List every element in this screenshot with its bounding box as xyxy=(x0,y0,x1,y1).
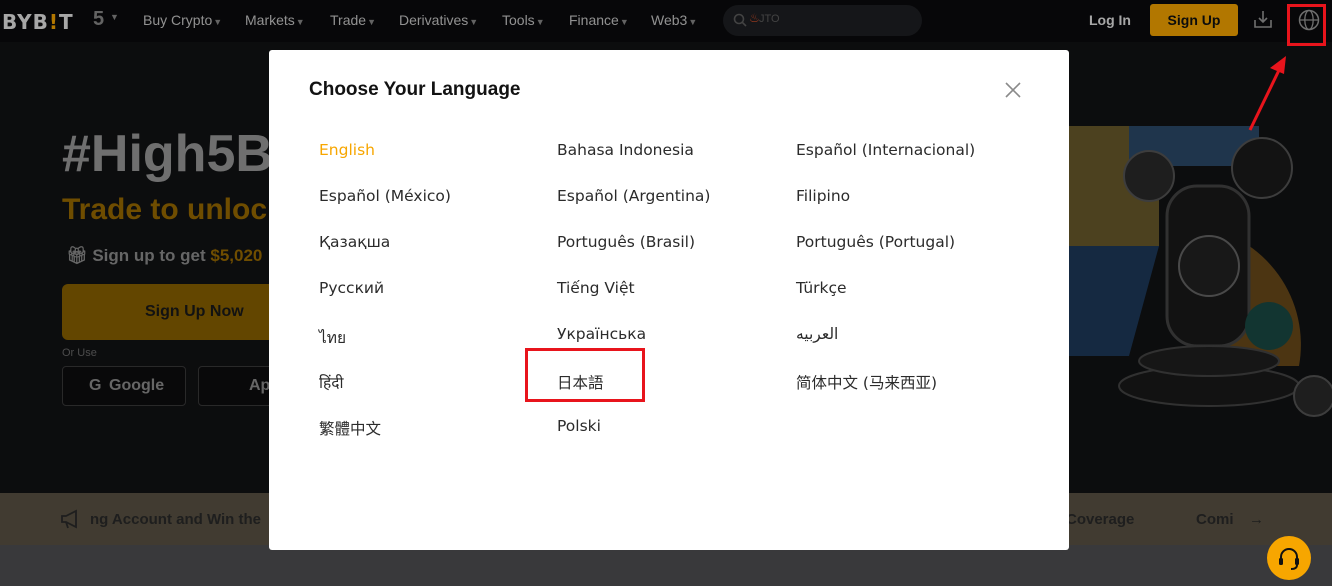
modal-title: Choose Your Language xyxy=(309,79,521,100)
language-option-english[interactable]: English xyxy=(319,141,375,159)
language-option-polish[interactable]: Polski xyxy=(557,417,601,435)
language-option-kazakh[interactable]: Қазақша xyxy=(319,233,390,251)
language-option-espanol-internacional[interactable]: Español (Internacional) xyxy=(796,141,975,159)
headset-icon xyxy=(1279,548,1299,570)
language-option-hindi[interactable]: हिंदी xyxy=(319,371,344,393)
language-option-bahasa-indonesia[interactable]: Bahasa Indonesia xyxy=(557,141,694,159)
language-option-ukrainian[interactable]: Українська xyxy=(557,325,646,343)
language-option-espanol-mexico[interactable]: Español (México) xyxy=(319,187,451,205)
language-option-arabic[interactable]: العربيه xyxy=(796,325,838,343)
highlight-box-japanese xyxy=(525,348,645,402)
close-icon[interactable] xyxy=(1003,80,1023,100)
annotation-arrow xyxy=(1248,56,1286,131)
language-option-portugues-portugal[interactable]: Português (Portugal) xyxy=(796,233,955,251)
language-option-vietnamese[interactable]: Tiếng Việt xyxy=(557,279,635,297)
page: BYB!T 5 ▼ Buy Crypto▼ Markets▼ Trade▼ De… xyxy=(0,0,1332,586)
language-option-chinese-traditional[interactable]: 繁體中文 xyxy=(319,417,381,439)
language-option-russian[interactable]: Русский xyxy=(319,279,384,297)
language-option-thai[interactable]: ไทย xyxy=(319,325,346,350)
language-modal: Choose Your Language English Bahasa Indo… xyxy=(269,50,1069,550)
language-option-filipino[interactable]: Filipino xyxy=(796,187,850,205)
language-option-turkish[interactable]: Türkçe xyxy=(796,279,847,297)
language-option-espanol-argentina[interactable]: Español (Argentina) xyxy=(557,187,710,205)
support-chat-button[interactable] xyxy=(1267,536,1311,580)
language-option-portugues-brasil[interactable]: Português (Brasil) xyxy=(557,233,695,251)
language-option-chinese-simplified-malaysia[interactable]: 简体中文 (马来西亚) xyxy=(796,371,937,393)
highlight-box-globe xyxy=(1287,4,1326,46)
